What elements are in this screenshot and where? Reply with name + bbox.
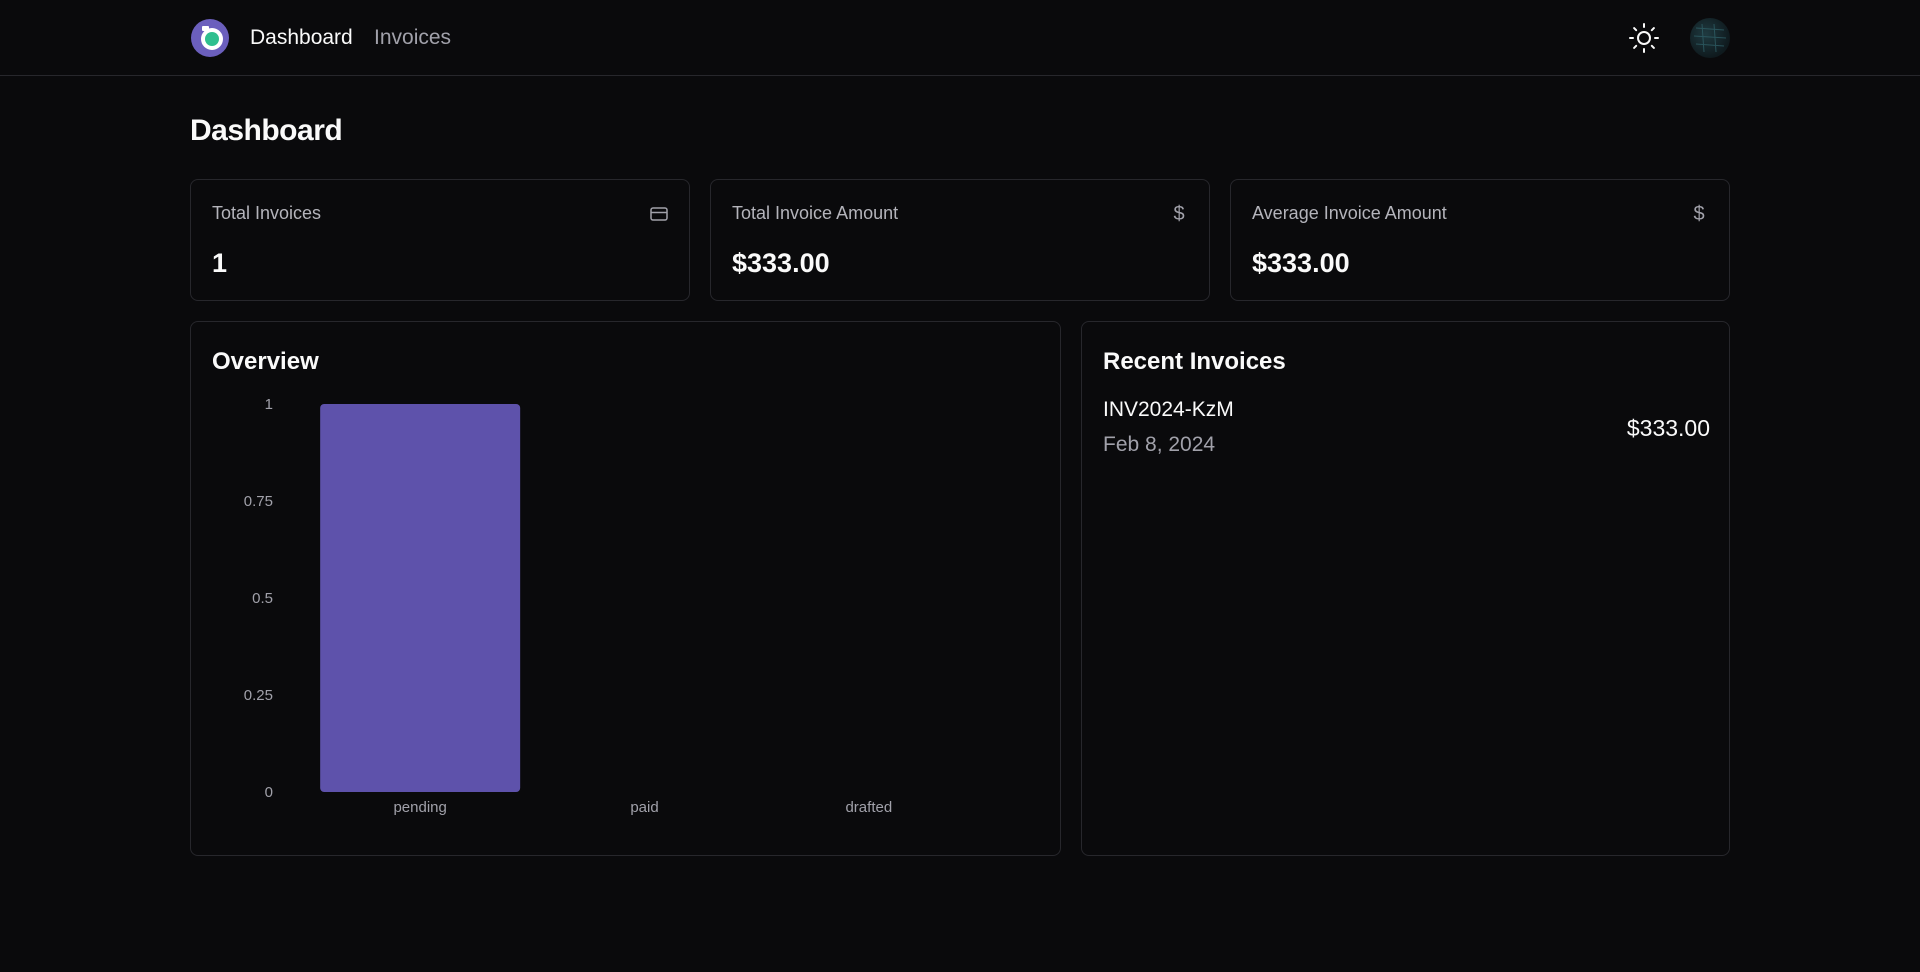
- nav-link-dashboard[interactable]: Dashboard: [250, 24, 353, 52]
- x-tick-label: paid: [630, 799, 658, 816]
- stat-card-average-invoice-amount: Average Invoice Amount $ $333.00: [1230, 179, 1730, 301]
- y-tick-label: 0.25: [244, 687, 273, 704]
- x-tick-label: pending: [393, 799, 446, 816]
- stat-label: Total Invoices: [212, 203, 322, 223]
- user-avatar[interactable]: [1690, 18, 1730, 58]
- x-tick-label: drafted: [845, 799, 892, 816]
- stat-value: $333.00: [732, 248, 830, 278]
- recent-invoice-row[interactable]: INV2024-KzM Feb 8, 2024 $333.00: [1103, 398, 1710, 462]
- y-tick-label: 0: [265, 784, 273, 801]
- stat-card-total-invoices: Total Invoices 1: [190, 179, 690, 301]
- stat-value: 1: [212, 248, 228, 278]
- stat-card-total-invoice-amount: Total Invoice Amount $ $333.00: [710, 179, 1210, 301]
- overview-bar-chart: 0 0.25 0.5 0.75 1 pending paid drafted: [244, 396, 892, 816]
- nav-link-invoices[interactable]: Invoices: [374, 24, 451, 52]
- stat-label: Total Invoice Amount: [732, 203, 899, 223]
- recent-invoices-card: Recent Invoices INV2024-KzM Feb 8, 2024 …: [1081, 321, 1730, 856]
- stat-value: $333.00: [1252, 248, 1350, 278]
- credit-card-icon: [650, 207, 668, 221]
- top-navigation-bar: Dashboard Invoices: [0, 0, 1920, 76]
- recent-invoices-title: Recent Invoices: [1103, 348, 1286, 375]
- avatar-pattern-icon: [1693, 23, 1727, 53]
- invoice-id: INV2024-KzM: [1103, 398, 1234, 421]
- page-title: Dashboard: [190, 114, 343, 147]
- invoice-amount: $333.00: [1626, 415, 1710, 441]
- y-tick-label: 0.75: [244, 493, 273, 510]
- overview-card: Overview 0 0.25 0.5 0.75 1 pending paid drafted: [190, 321, 1061, 856]
- app-logo-icon[interactable]: [190, 18, 230, 58]
- invoice-date: Feb 8, 2024: [1103, 433, 1216, 456]
- y-tick-label: 0.5: [252, 590, 273, 607]
- dollar-icon: $: [1693, 203, 1705, 225]
- bar-pending[interactable]: [320, 404, 521, 792]
- sun-icon[interactable]: [1628, 22, 1660, 54]
- dollar-icon: $: [1173, 203, 1185, 225]
- stat-label: Average Invoice Amount: [1252, 203, 1447, 223]
- y-tick-label: 1: [265, 396, 273, 413]
